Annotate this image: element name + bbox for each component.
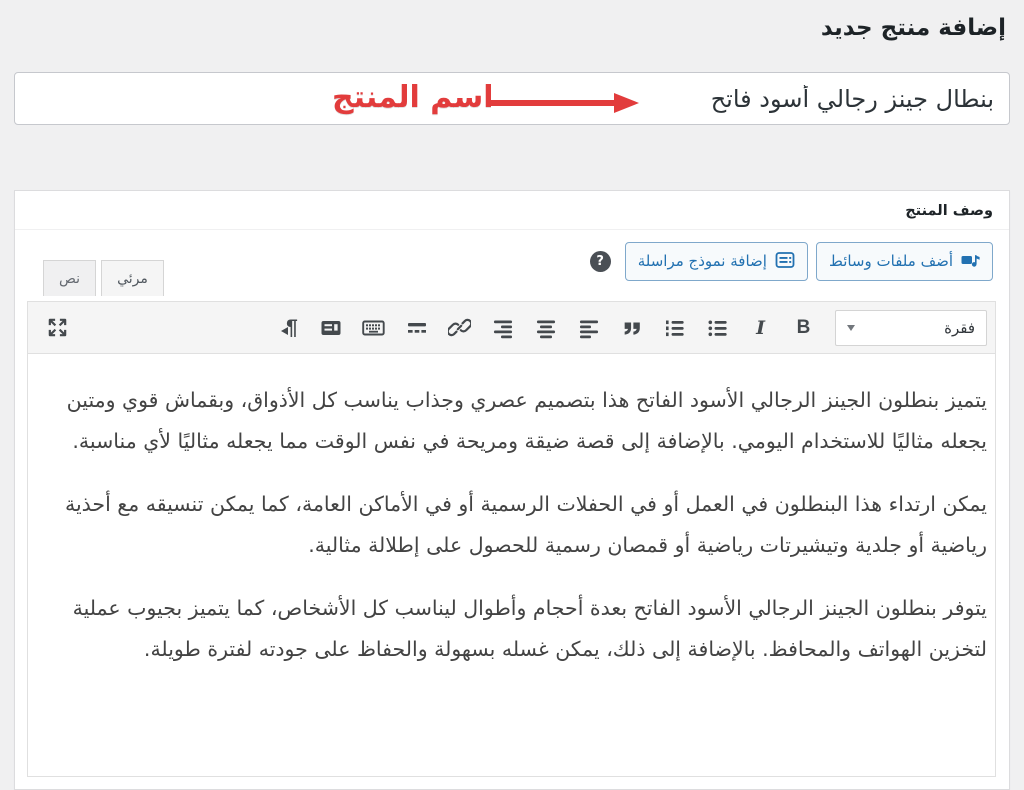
product-title-row (14, 72, 1010, 125)
add-product-page: إضافة منتج جديد اسم المنتج وصف المنتج وص… (0, 0, 1024, 742)
tab-text[interactable]: نص (43, 260, 96, 296)
align-right-icon[interactable] (484, 312, 522, 344)
bullet-list-icon[interactable] (699, 312, 737, 344)
editor-paragraph: يتميز بنطلون الجينز الرجالي الأسود الفات… (53, 380, 987, 463)
product-title-input[interactable] (14, 72, 1010, 125)
page-title: إضافة منتج جديد (0, 0, 1024, 44)
media-icon (961, 252, 980, 272)
paragraph-format-label: فقرة (944, 319, 975, 337)
tab-visual[interactable]: مرئي (101, 260, 164, 296)
editor-container: فقرة BI ¶ يتميز بنطلون الجينز الرجالي الأ… (27, 301, 996, 777)
table-panel-icon[interactable] (312, 312, 350, 344)
keyboard-icon[interactable] (355, 312, 393, 344)
read-more-icon[interactable] (398, 312, 436, 344)
editor-toolbar: فقرة BI ¶ (28, 302, 995, 354)
contact-form-icon (775, 250, 795, 273)
blockquote-icon[interactable] (613, 312, 651, 344)
editor-tools-row: أضف ملفات وسائط إضافة نموذج مراسلة ? مرئ… (27, 230, 997, 295)
chevron-down-icon (847, 325, 855, 335)
editor-paragraph: يتوفر بنطلون الجينز الرجالي الأسود الفات… (53, 588, 987, 671)
add-contact-form-button[interactable]: إضافة نموذج مراسلة (625, 242, 808, 281)
paragraph-direction-icon[interactable]: ¶ (269, 312, 307, 344)
editor-paragraph: يمكن ارتداء هذا البنطلون في العمل أو في … (53, 484, 987, 567)
link-icon[interactable] (441, 312, 479, 344)
annotation-product-name-label: اسم المنتج (332, 80, 494, 115)
italic-icon[interactable]: I (742, 312, 780, 344)
metabox-title[interactable]: وصف المنتج (15, 191, 1009, 230)
align-center-icon[interactable] (527, 312, 565, 344)
add-media-label: أضف ملفات وسائط (829, 254, 953, 269)
help-icon[interactable]: ? (590, 251, 611, 272)
paragraph-format-dropdown[interactable]: فقرة (835, 310, 987, 346)
editor-content-area[interactable]: يتميز بنطلون الجينز الرجالي الأسود الفات… (28, 354, 995, 776)
editor-mode-tabs: مرئينص (43, 260, 164, 296)
product-description-metabox: وصف المنتج أضف ملفات وسائط (14, 190, 1010, 790)
align-left-icon[interactable] (570, 312, 608, 344)
add-media-button[interactable]: أضف ملفات وسائط (816, 242, 993, 281)
add-contact-form-label: إضافة نموذج مراسلة (638, 254, 767, 269)
numbered-list-icon[interactable] (656, 312, 694, 344)
fullscreen-icon[interactable] (39, 312, 77, 344)
bold-icon[interactable]: B (785, 312, 823, 344)
